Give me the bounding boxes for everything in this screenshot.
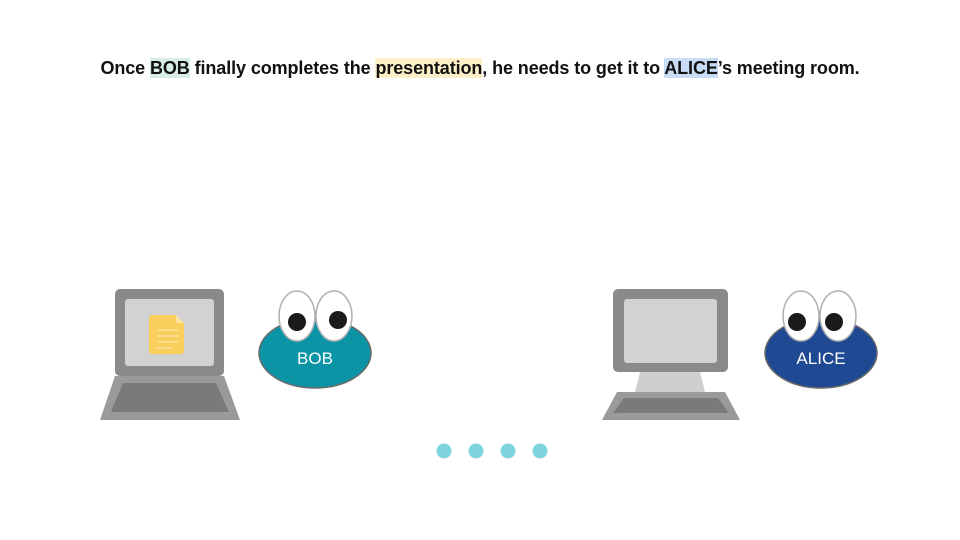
- progress-dot: [436, 443, 452, 459]
- bob-character: BOB: [258, 290, 372, 389]
- progress-dot: [532, 443, 548, 459]
- scene: BOB ALICE: [100, 289, 878, 459]
- document-icon: [149, 315, 184, 354]
- laptop-icon: [100, 289, 240, 420]
- progress-dot: [500, 443, 516, 459]
- progress-dot: [468, 443, 484, 459]
- bob-label: BOB: [297, 349, 333, 368]
- progress-dots: [436, 443, 548, 459]
- alice-label: ALICE: [796, 349, 845, 368]
- desktop-monitor-icon: [602, 289, 740, 420]
- alice-character: ALICE: [764, 290, 878, 389]
